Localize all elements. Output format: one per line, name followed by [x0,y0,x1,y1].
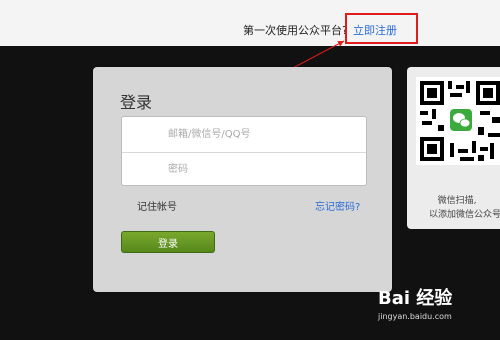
qr-instruction-line2: 以添加微信公众号 [429,210,500,220]
login-button[interactable]: 登录 [121,231,215,253]
account-input[interactable] [122,118,366,151]
watermark-site: jingyan.baidu.com [378,312,452,321]
qr-code-image [416,77,500,165]
qr-instruction-line1: 微信扫描, [437,196,477,206]
password-input[interactable] [122,153,366,186]
watermark-logo: Bai 经验 [378,288,453,309]
login-panel: 登录 记住帐号 忘记密码? 登录 [93,67,392,292]
forgot-password-link[interactable]: 忘记密码? [315,198,360,213]
login-title: 登录 [120,93,153,112]
qr-panel: 微信扫描, 以添加微信公众号 [407,67,500,229]
baidu-jingyan-watermark: Bai 经验 jingyan.baidu.com [378,284,498,321]
remember-account-label[interactable]: 记住帐号 [137,198,177,213]
credentials-box [121,116,367,186]
